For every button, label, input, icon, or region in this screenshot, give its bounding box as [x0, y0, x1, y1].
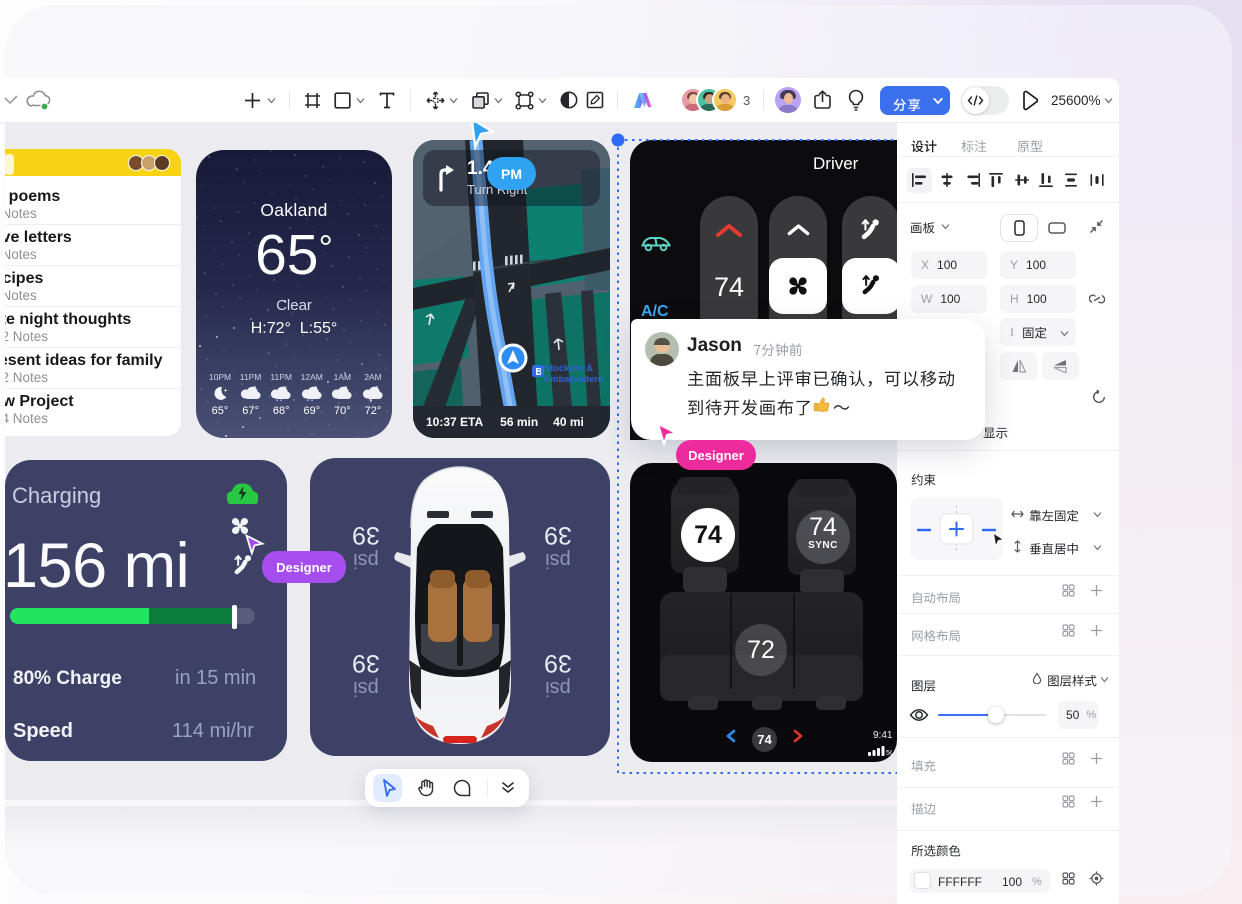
svg-text:Embarcadero: Embarcadero [544, 374, 604, 384]
svg-text:Stockton &: Stockton & [544, 363, 593, 373]
